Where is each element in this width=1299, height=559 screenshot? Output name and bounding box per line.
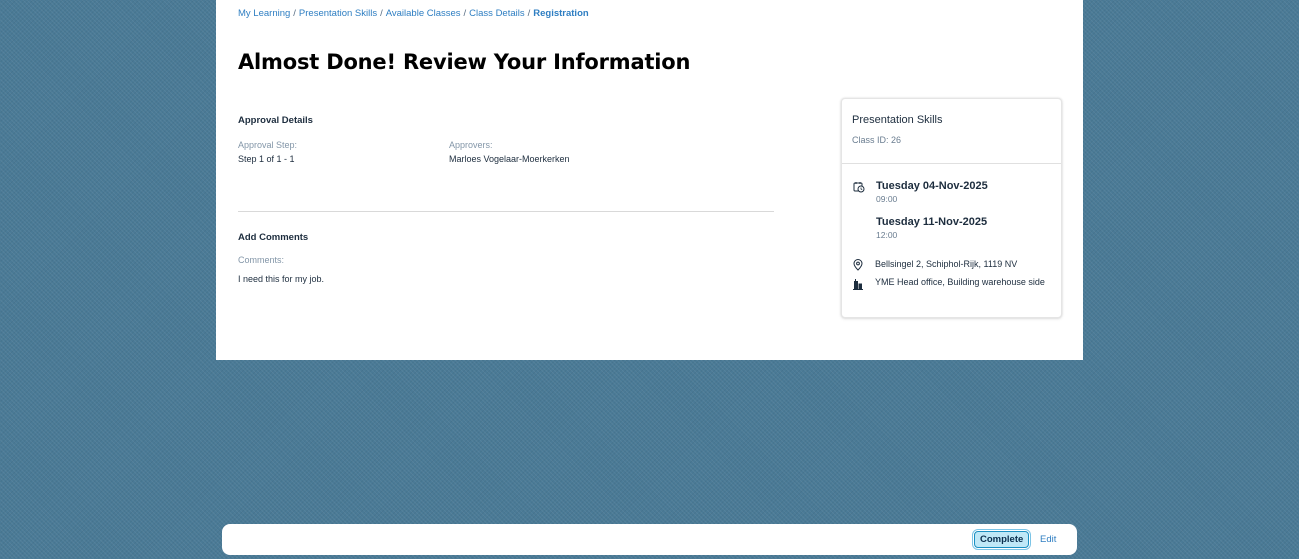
card-divider <box>842 163 1061 164</box>
approval-step-label: Approval Step: <box>238 140 298 150</box>
breadcrumb-separator: / <box>527 8 531 19</box>
comments-label: Comments: <box>238 255 285 265</box>
breadcrumb-available-classes[interactable]: Available Classes <box>386 8 461 19</box>
section-divider <box>238 211 774 212</box>
class-id: Class ID: 26 <box>852 135 902 145</box>
approvers-value: Marloes Vogelaar-Moerkerken <box>449 154 570 164</box>
approval-step-value: Step 1 of 1 - 1 <box>238 154 295 164</box>
start-time: 09:00 <box>876 194 898 204</box>
class-summary-card: Presentation Skills Class ID: 26 Tuesday… <box>841 98 1062 318</box>
breadcrumb-my-learning[interactable]: My Learning <box>238 8 290 19</box>
breadcrumb-separator: / <box>380 8 383 19</box>
page-title: Almost Done! Review Your Information <box>238 50 691 74</box>
breadcrumb-separator: / <box>293 8 296 19</box>
approvers-label: Approvers: <box>449 140 493 150</box>
breadcrumb-presentation-skills[interactable]: Presentation Skills <box>299 8 377 19</box>
class-title: Presentation Skills <box>852 114 943 126</box>
breadcrumb-class-details[interactable]: Class Details <box>469 8 524 19</box>
class-address: Bellsingel 2, Schiphol-Rijk, 1119 NV <box>875 259 1018 269</box>
end-date: Tuesday 11-Nov-2025 <box>876 216 988 228</box>
start-date: Tuesday 04-Nov-2025 <box>876 180 988 192</box>
breadcrumb-current: Registration <box>533 8 589 19</box>
edit-button[interactable]: Edit <box>1037 531 1059 548</box>
approval-details-heading: Approval Details <box>238 115 313 126</box>
breadcrumb-separator: / <box>463 8 467 19</box>
class-facility: YME Head office, Building warehouse side <box>875 277 1045 287</box>
breadcrumb: My Learning / Presentation Skills / Availabl… <box>238 8 589 19</box>
registration-page: My Learning / Presentation Skills / Availabl… <box>216 0 1083 360</box>
comments-value: I need this for my job. <box>238 274 325 284</box>
building-icon <box>852 277 864 290</box>
end-time: 12:00 <box>876 230 898 240</box>
location-pin-icon <box>852 258 864 271</box>
footer-action-bar: Complete Edit <box>222 524 1077 555</box>
add-comments-heading: Add Comments <box>238 232 309 243</box>
complete-button[interactable]: Complete <box>974 531 1030 548</box>
calendar-clock-icon <box>853 180 865 193</box>
